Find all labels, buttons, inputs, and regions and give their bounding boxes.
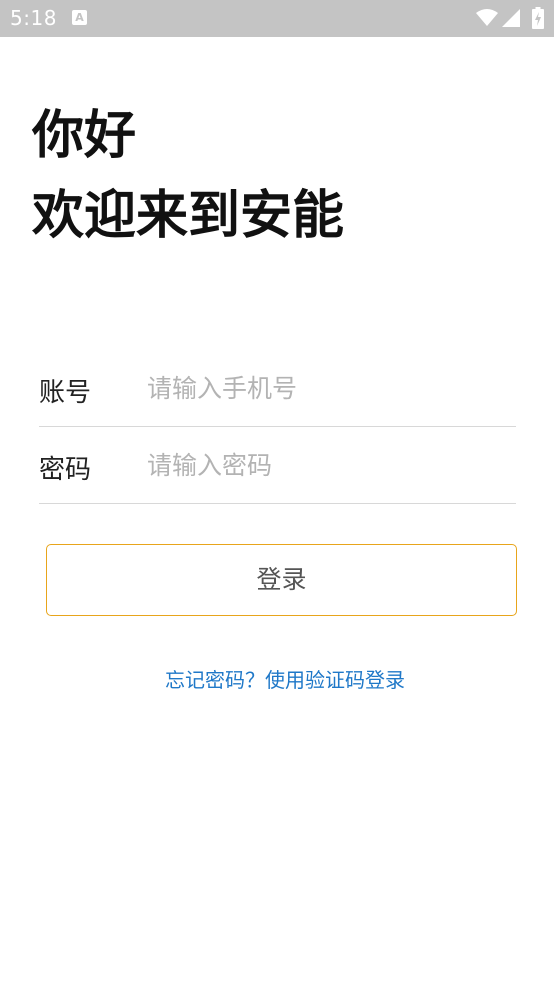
- password-input[interactable]: [147, 443, 507, 487]
- notification-a-icon: A: [72, 10, 87, 25]
- login-button[interactable]: 登录: [46, 544, 517, 616]
- account-row: 账号: [39, 350, 516, 427]
- signal-icon: [502, 9, 520, 27]
- phone-input[interactable]: [147, 366, 507, 410]
- password-row: 密码: [39, 427, 516, 504]
- password-label: 密码: [39, 455, 92, 485]
- battery-charging-icon: [532, 7, 544, 29]
- forgot-password-link[interactable]: 忘记密码？使用验证码登录: [0, 664, 554, 693]
- greeting-title: 你好: [32, 106, 137, 166]
- notification-a-icon-letter: A: [75, 11, 84, 24]
- status-bar: 5:18 A: [0, 0, 554, 37]
- account-label: 账号: [39, 378, 92, 408]
- status-time: 5:18: [10, 6, 57, 30]
- welcome-title: 欢迎来到安能: [32, 186, 345, 246]
- wifi-icon: [476, 9, 498, 26]
